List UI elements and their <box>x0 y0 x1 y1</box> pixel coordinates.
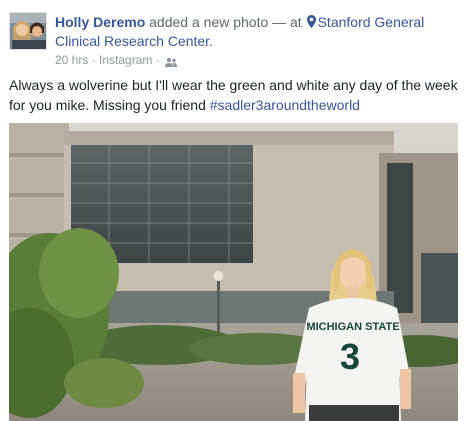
source-link[interactable]: Instagram <box>99 53 152 67</box>
friends-icon[interactable] <box>165 55 178 67</box>
author-name[interactable]: Holly Deremo <box>55 14 145 30</box>
timestamp[interactable]: 20 hrs <box>55 53 88 67</box>
avatar[interactable] <box>9 12 47 50</box>
shirt-lettering: MICHIGAN STATE <box>306 321 399 333</box>
post-meta: 20 hrs · Instagram · <box>55 51 178 68</box>
post-action: added a new photo — at <box>145 14 306 30</box>
hashtag-link[interactable]: #sadler3aroundtheworld <box>210 97 360 113</box>
shirt-number: 3 <box>340 336 360 377</box>
meta-separator-2: · <box>152 52 164 67</box>
post-header: Holly Deremo added a new photo — at Stan… <box>55 13 460 51</box>
place-suffix: . <box>209 33 213 49</box>
post-message: Always a wolverine but I'll wear the gre… <box>9 75 459 115</box>
post-photo[interactable]: MICHIGAN STATE 3 <box>9 123 458 421</box>
feed-post: Holly Deremo added a new photo — at Stan… <box>0 0 468 421</box>
map-pin-icon <box>306 14 316 28</box>
meta-separator: · <box>88 52 100 67</box>
